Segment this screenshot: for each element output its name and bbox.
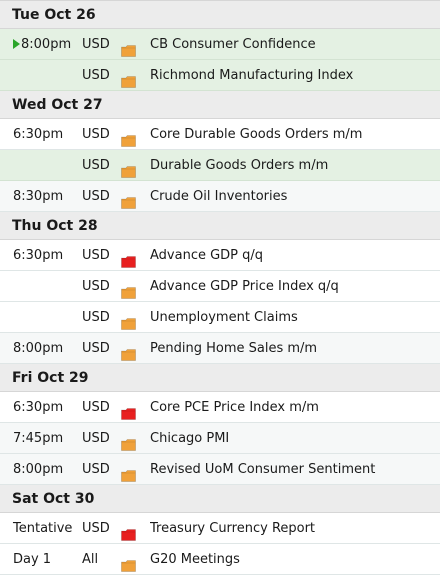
event-currency: USD: [82, 158, 110, 173]
event-time: Tentative: [13, 513, 83, 543]
impact-medium-folder-icon[interactable]: [121, 69, 136, 88]
event-row[interactable]: USD Durable Goods Orders m/m: [0, 150, 440, 181]
event-currency: All: [82, 552, 99, 567]
event-title[interactable]: Advance GDP q/q: [150, 240, 440, 270]
event-row[interactable]: USD Richmond Manufacturing Index: [0, 60, 440, 91]
event-title[interactable]: Pending Home Sales m/m: [150, 333, 440, 363]
event-time: 6:30pm: [13, 119, 83, 149]
economic-calendar: Tue Oct 26 8:00pm USD CB Consumer Confidenc…: [0, 0, 440, 575]
day-header: Wed Oct 27: [0, 91, 440, 119]
impact-medium-folder-icon[interactable]: [121, 553, 136, 572]
event-time-label: 6:30pm: [13, 400, 64, 415]
impact-high-folder-icon[interactable]: [121, 401, 136, 420]
event-time: 6:30pm: [13, 240, 83, 270]
event-time: 6:30pm: [13, 392, 83, 422]
event-row[interactable]: 8:00pm USD CB Consumer Confidence: [0, 29, 440, 60]
event-title[interactable]: Unemployment Claims: [150, 302, 440, 332]
impact-medium-folder-icon[interactable]: [121, 342, 136, 361]
event-title[interactable]: Richmond Manufacturing Index: [150, 60, 440, 90]
event-row[interactable]: 6:30pm USD Core PCE Price Index m/m: [0, 392, 440, 423]
event-currency: USD: [82, 279, 110, 294]
event-currency: USD: [82, 462, 110, 477]
event-time-label: 6:30pm: [13, 127, 64, 142]
event-currency: USD: [82, 521, 110, 536]
event-row[interactable]: 6:30pm USD Advance GDP q/q: [0, 240, 440, 271]
event-currency: USD: [82, 127, 110, 142]
impact-medium-folder-icon[interactable]: [121, 128, 136, 147]
day-header: Sat Oct 30: [0, 485, 440, 513]
event-title[interactable]: Core PCE Price Index m/m: [150, 392, 440, 422]
event-title[interactable]: Chicago PMI: [150, 423, 440, 453]
impact-high-folder-icon[interactable]: [121, 249, 136, 268]
event-title[interactable]: Core Durable Goods Orders m/m: [150, 119, 440, 149]
event-time: 8:00pm: [13, 454, 83, 484]
event-row[interactable]: USD Unemployment Claims: [0, 302, 440, 333]
impact-medium-folder-icon[interactable]: [121, 159, 136, 178]
event-row[interactable]: Day 1 All G20 Meetings: [0, 544, 440, 575]
event-title[interactable]: Revised UoM Consumer Sentiment: [150, 454, 440, 484]
event-time: 8:00pm: [13, 333, 83, 363]
event-currency: USD: [82, 248, 110, 263]
event-currency: USD: [82, 37, 110, 52]
event-currency: USD: [82, 310, 110, 325]
event-time: Day 1: [13, 544, 83, 574]
impact-high-folder-icon[interactable]: [121, 522, 136, 541]
event-time: 8:00pm: [13, 29, 83, 59]
event-time: 8:30pm: [13, 181, 83, 211]
event-row[interactable]: 7:45pm USD Chicago PMI: [0, 423, 440, 454]
event-time-label: Tentative: [13, 521, 73, 536]
event-time-label: Day 1: [13, 552, 52, 567]
event-time-label: 8:00pm: [13, 341, 64, 356]
event-title[interactable]: Crude Oil Inventories: [150, 181, 440, 211]
impact-medium-folder-icon[interactable]: [121, 463, 136, 482]
impact-medium-folder-icon[interactable]: [121, 280, 136, 299]
event-title[interactable]: CB Consumer Confidence: [150, 29, 440, 59]
impact-medium-folder-icon[interactable]: [121, 432, 136, 451]
event-time-label: 8:30pm: [13, 189, 64, 204]
event-time-label: 8:00pm: [13, 462, 64, 477]
event-time-label: 7:45pm: [13, 431, 64, 446]
event-row[interactable]: 8:00pm USD Revised UoM Consumer Sentiment: [0, 454, 440, 485]
event-row[interactable]: USD Advance GDP Price Index q/q: [0, 271, 440, 302]
event-row[interactable]: 8:00pm USD Pending Home Sales m/m: [0, 333, 440, 364]
impact-medium-folder-icon[interactable]: [121, 311, 136, 330]
event-time-label: 6:30pm: [13, 248, 64, 263]
day-header: Fri Oct 29: [0, 364, 440, 392]
event-row[interactable]: 8:30pm USD Crude Oil Inventories: [0, 181, 440, 212]
event-title[interactable]: Durable Goods Orders m/m: [150, 150, 440, 180]
event-currency: USD: [82, 189, 110, 204]
day-header: Tue Oct 26: [0, 1, 440, 29]
impact-medium-folder-icon[interactable]: [121, 38, 136, 57]
event-title[interactable]: G20 Meetings: [150, 544, 440, 574]
event-row[interactable]: Tentative USD Treasury Currency Report: [0, 513, 440, 544]
impact-medium-folder-icon[interactable]: [121, 190, 136, 209]
event-time-label: 8:00pm: [21, 37, 72, 52]
event-title[interactable]: Treasury Currency Report: [150, 513, 440, 543]
event-currency: USD: [82, 68, 110, 83]
event-title[interactable]: Advance GDP Price Index q/q: [150, 271, 440, 301]
event-currency: USD: [82, 341, 110, 356]
event-row[interactable]: 6:30pm USD Core Durable Goods Orders m/m: [0, 119, 440, 150]
day-header: Thu Oct 28: [0, 212, 440, 240]
event-currency: USD: [82, 431, 110, 446]
event-currency: USD: [82, 400, 110, 415]
play-icon[interactable]: [13, 38, 20, 49]
event-time: 7:45pm: [13, 423, 83, 453]
